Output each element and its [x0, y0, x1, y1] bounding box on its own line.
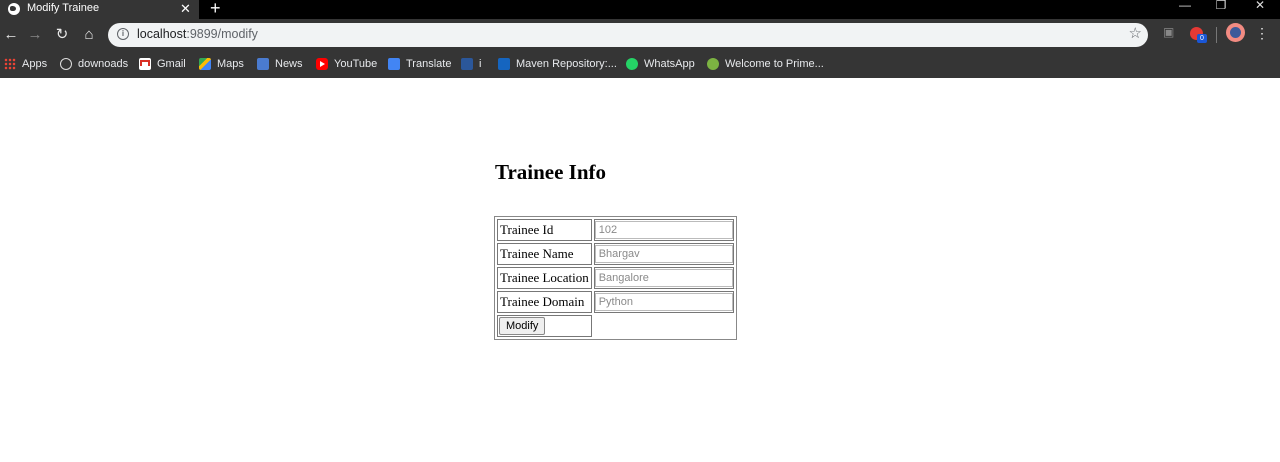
bookmark-label: downoads	[78, 58, 129, 70]
bookmark-downoads[interactable]: downoads	[60, 55, 128, 73]
form-row-trainee-location: Trainee Location	[497, 267, 734, 289]
bookmark-label: Maps	[217, 58, 244, 70]
news-icon	[257, 58, 269, 70]
new-tab-button[interactable]: +	[210, 0, 221, 18]
submit-cell: Modify	[497, 315, 592, 337]
toolbar-divider	[1216, 27, 1217, 43]
window-close-button[interactable]: ✕	[1245, 0, 1275, 19]
whatsapp-icon	[626, 58, 638, 70]
trainee-id-cell	[593, 219, 734, 241]
forward-button[interactable]: →	[24, 24, 46, 46]
trainee-id-label: Trainee Id	[497, 219, 592, 241]
bookmark-translate[interactable]: Translate	[388, 55, 451, 73]
bookmark-maps[interactable]: Maps	[199, 55, 244, 73]
bookmark-maven[interactable]: Maven Repository:...	[498, 55, 617, 73]
bookmark-label: Maven Repository:...	[516, 58, 617, 70]
bookmark-word[interactable]: i	[461, 55, 481, 73]
bookmark-youtube[interactable]: YouTube	[316, 55, 377, 73]
trainee-domain-cell	[593, 291, 734, 313]
trainee-form-table: Trainee Id Trainee Name Trainee Location…	[494, 216, 737, 340]
youtube-icon	[316, 58, 328, 70]
tab-title: Modify Trainee	[27, 2, 100, 14]
bookmark-label: Apps	[22, 58, 48, 70]
maven-icon	[498, 58, 510, 70]
gmail-icon	[139, 58, 151, 70]
restore-button[interactable]: ❐	[1206, 0, 1236, 19]
empty-cell	[594, 315, 734, 337]
url-text[interactable]: localhost:9899/modify	[137, 27, 258, 41]
home-button[interactable]: ⌂	[78, 24, 100, 46]
tab-modify-trainee[interactable]: Modify Trainee ✕	[0, 0, 199, 19]
form-row-trainee-id: Trainee Id	[497, 219, 734, 241]
bookmark-gmail[interactable]: Gmail	[139, 55, 186, 73]
maps-icon	[199, 58, 211, 70]
bookmark-label: YouTube	[334, 58, 378, 70]
prime-icon	[707, 58, 719, 70]
trainee-name-cell	[593, 243, 734, 265]
bookmark-news[interactable]: News	[257, 55, 303, 73]
bookmark-label: News	[275, 58, 303, 70]
form-row-trainee-domain: Trainee Domain	[497, 291, 734, 313]
apps-icon	[4, 58, 16, 70]
word-icon	[461, 58, 473, 70]
form-row-trainee-name: Trainee Name	[497, 243, 734, 265]
globe-icon	[8, 3, 20, 15]
bookmark-label: WhatsApp	[644, 58, 695, 70]
extension-icon[interactable]: 0	[1188, 25, 1207, 43]
address-bar[interactable]: i localhost:9899/modify ☆	[108, 23, 1148, 47]
bookmark-label: Gmail	[157, 58, 186, 70]
bookmark-label: i	[479, 58, 482, 70]
cast-icon[interactable]: ▣	[1163, 25, 1181, 43]
trainee-name-input[interactable]	[594, 245, 733, 263]
browser-toolbar: ← → ↻ ⌂ i localhost:9899/modify ☆ ▣ 0 ⋮	[0, 19, 1280, 50]
modify-button[interactable]: Modify	[499, 317, 546, 335]
bookmark-apps[interactable]: Apps	[4, 55, 47, 73]
site-info-icon[interactable]: i	[117, 28, 129, 40]
bookmark-whatsapp[interactable]: WhatsApp	[626, 55, 695, 73]
trainee-name-label: Trainee Name	[497, 243, 592, 265]
tab-strip: Modify Trainee ✕ + — ❐ ✕	[0, 0, 1280, 19]
bookmark-star-icon[interactable]: ☆	[1129, 24, 1142, 42]
trainee-id-input[interactable]	[594, 221, 733, 239]
back-button[interactable]: ←	[0, 24, 22, 46]
url-path: :9899/modify	[186, 27, 258, 41]
reload-button[interactable]: ↻	[51, 24, 73, 46]
trainee-domain-label: Trainee Domain	[497, 291, 592, 313]
translate-icon	[388, 58, 400, 70]
bookmark-label: Translate	[406, 58, 452, 70]
bookmark-prime[interactable]: Welcome to Prime...	[707, 55, 824, 73]
trainee-location-cell	[593, 267, 734, 289]
form-row-submit: Modify	[497, 315, 734, 337]
history-icon	[60, 58, 72, 70]
bookmarks-bar: Apps downoads Gmail Maps News YouTube Tr…	[0, 50, 1280, 78]
extension-badge: 0	[1197, 34, 1207, 43]
url-host: localhost	[137, 27, 187, 41]
bookmark-label: Welcome to Prime...	[725, 58, 824, 70]
profile-avatar[interactable]	[1226, 23, 1245, 42]
trainee-location-label: Trainee Location	[497, 267, 592, 289]
close-tab-icon[interactable]: ✕	[180, 0, 191, 18]
trainee-domain-input[interactable]	[594, 293, 733, 311]
page-title: Trainee Info	[495, 160, 607, 184]
minimize-button[interactable]: —	[1170, 0, 1200, 19]
menu-dots-icon[interactable]: ⋮	[1255, 25, 1269, 42]
trainee-location-input[interactable]	[594, 269, 733, 287]
